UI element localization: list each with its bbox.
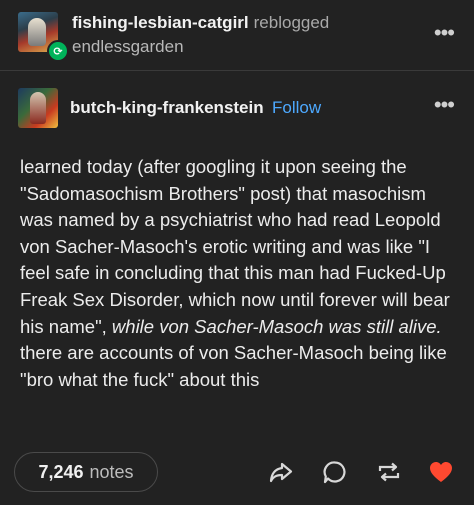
share-icon[interactable]: [268, 459, 294, 485]
reblog-header: ⟳ fishing-lesbian-catgirl reblogged endle…: [0, 0, 474, 71]
reblog-icon[interactable]: [376, 459, 402, 485]
notes-count: 7,246: [38, 461, 84, 482]
reblogger-username[interactable]: fishing-lesbian-catgirl: [72, 13, 249, 32]
post-body: learned today (after googling it upon se…: [20, 154, 460, 393]
more-options-icon[interactable]: •••: [434, 22, 455, 44]
post-footer: 7,246 notes: [0, 446, 474, 505]
post-text-italic: while von Sacher-Masoch was still alive.: [111, 315, 442, 337]
follow-button[interactable]: Follow: [272, 98, 321, 118]
post-text-part1: learned today (after googling it upon se…: [20, 156, 450, 337]
reblog-badge-icon: ⟳: [47, 40, 69, 62]
post-text-part2: there are accounts of von Sacher-Masoch …: [20, 342, 447, 390]
reblogger-line: fishing-lesbian-catgirl reblogged: [72, 13, 329, 33]
author-username[interactable]: butch-king-frankenstein: [70, 98, 264, 118]
reblog-source-username[interactable]: endlessgarden: [72, 37, 184, 57]
notes-label: notes: [89, 461, 134, 482]
reply-icon[interactable]: [322, 459, 348, 485]
notes-button[interactable]: 7,246 notes: [14, 452, 158, 492]
post-more-options-icon[interactable]: •••: [434, 94, 455, 116]
author-avatar[interactable]: [18, 88, 58, 128]
like-icon[interactable]: [428, 459, 454, 485]
reblogged-label: reblogged: [253, 13, 330, 32]
